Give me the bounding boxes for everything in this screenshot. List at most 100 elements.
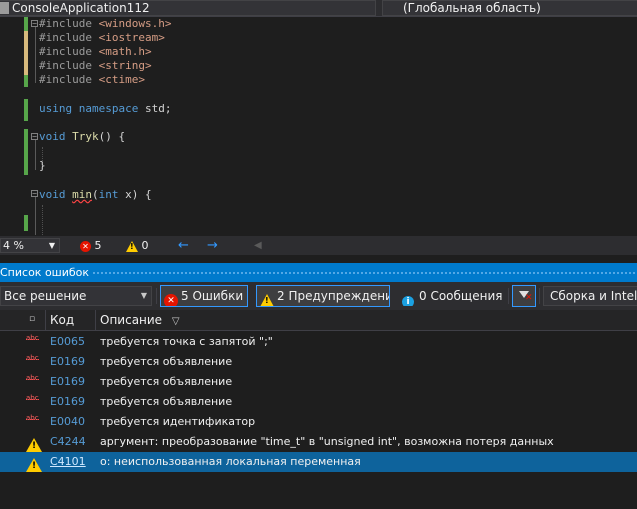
scope-filter-dropdown[interactable]: Все решение ▼ bbox=[0, 286, 152, 306]
change-marker bbox=[24, 99, 28, 121]
error-count: 5 bbox=[94, 239, 102, 252]
code-line-min: void min(int x) { bbox=[39, 188, 152, 201]
errors-filter-label: 5 Ошибки bbox=[181, 289, 244, 303]
warnings-filter-label: 2 Предупреждения bbox=[277, 289, 390, 303]
error-description: требуется точка с запятой ";" bbox=[100, 335, 273, 348]
error-description: требуется объявление bbox=[100, 375, 233, 388]
intellisense-error-icon: abc bbox=[26, 374, 39, 382]
error-code-link[interactable]: E0169 bbox=[50, 352, 85, 372]
indent-guide bbox=[42, 205, 43, 235]
code-line-using: using namespace std; bbox=[39, 102, 172, 115]
type-column-icon: ▫ bbox=[29, 314, 36, 324]
code-editor[interactable]: − − − #include <windows.h> #include <ios… bbox=[0, 17, 637, 236]
intellisense-error-icon: abc bbox=[26, 394, 39, 402]
error-code-link[interactable]: C4101 bbox=[50, 452, 86, 472]
column-header-code[interactable]: Код bbox=[50, 310, 74, 330]
fold-line bbox=[35, 140, 36, 170]
code-line-close-brace: } bbox=[39, 159, 46, 172]
project-dropdown[interactable]: ConsoleApplication112 bbox=[0, 0, 376, 16]
sort-descending-icon: ▽ bbox=[171, 316, 180, 327]
error-description: требуется объявление bbox=[100, 355, 233, 368]
drag-grip[interactable] bbox=[92, 271, 637, 274]
code-line-1: #include <windows.h> bbox=[39, 17, 172, 30]
messages-filter-button[interactable]: i 0 Сообщения bbox=[398, 285, 506, 307]
build-source-value: Сборка и IntelliSense bbox=[550, 289, 637, 303]
build-source-dropdown[interactable]: Сборка и IntelliSense bbox=[543, 286, 637, 306]
warning-icon: ! bbox=[26, 435, 42, 452]
code-line-tryk: void Tryk() { bbox=[39, 130, 126, 143]
error-description: требуется объявление bbox=[100, 395, 233, 408]
warning-icon: ! bbox=[260, 290, 274, 306]
collapse-toggle[interactable]: − bbox=[31, 190, 38, 198]
close-icon: ✕ bbox=[525, 293, 533, 303]
error-count-indicator[interactable]: ✕ 5 bbox=[80, 236, 102, 255]
chevron-down-icon: ▼ bbox=[140, 291, 147, 300]
error-description: требуется идентификатор bbox=[100, 415, 256, 428]
error-code-link[interactable]: C4244 bbox=[50, 432, 86, 452]
scroll-left-icon[interactable]: ◀ bbox=[254, 236, 262, 255]
table-row[interactable]: abc E0169 требуется объявление bbox=[0, 392, 637, 412]
error-list-title-bar[interactable]: Список ошибок bbox=[0, 263, 637, 282]
error-code-link[interactable]: E0065 bbox=[50, 332, 85, 352]
scope-dropdown[interactable]: (Глобальная область) bbox=[382, 0, 637, 16]
table-row[interactable]: ! C4244 аргумент: преобразование "time_t" … bbox=[0, 432, 637, 452]
code-line-3: #include <math.h> bbox=[39, 45, 152, 58]
editor-status-strip: 4 % ▼ ✕ 5 ! 0 ← → ◀ bbox=[0, 236, 637, 255]
separator bbox=[508, 288, 509, 304]
intellisense-error-icon: abc bbox=[26, 354, 39, 362]
error-code-link[interactable]: E0169 bbox=[50, 392, 85, 412]
warnings-filter-button[interactable]: ! 2 Предупреждения bbox=[256, 285, 390, 307]
error-description: аргумент: преобразование "time_t" в "uns… bbox=[100, 435, 554, 448]
scope-name: (Глобальная область) bbox=[403, 1, 541, 15]
collapse-toggle[interactable]: − bbox=[31, 20, 38, 28]
column-divider[interactable] bbox=[95, 310, 96, 330]
warning-icon: ! bbox=[126, 240, 138, 252]
error-icon: ✕ bbox=[80, 240, 91, 252]
column-header-description[interactable]: Описание ▽ bbox=[100, 310, 180, 332]
table-row[interactable]: abc E0169 требуется объявление bbox=[0, 372, 637, 392]
code-line-2: #include <iostream> bbox=[39, 31, 165, 44]
intellisense-error-icon: abc bbox=[26, 334, 39, 342]
chevron-down-icon: ▼ bbox=[48, 241, 55, 250]
fold-line bbox=[35, 27, 36, 83]
change-marker bbox=[24, 215, 28, 231]
fold-line bbox=[35, 197, 36, 235]
error-icon: ✕ bbox=[164, 290, 178, 306]
warning-count: 0 bbox=[141, 239, 149, 252]
errors-filter-button[interactable]: ✕ 5 Ошибки bbox=[160, 285, 248, 307]
code-line-5: #include <ctime> bbox=[39, 73, 145, 86]
warning-count-indicator[interactable]: ! 0 bbox=[126, 236, 149, 255]
code-line-4: #include <string> bbox=[39, 59, 152, 72]
next-arrow-icon[interactable]: → bbox=[207, 236, 218, 255]
previous-arrow-icon[interactable]: ← bbox=[178, 236, 189, 255]
table-row[interactable]: abc E0040 требуется идентификатор bbox=[0, 412, 637, 432]
table-row[interactable]: abc E0065 требуется точка с запятой ";" bbox=[0, 332, 637, 352]
error-code-link[interactable]: E0040 bbox=[50, 412, 85, 432]
change-marker bbox=[24, 17, 28, 31]
separator bbox=[156, 288, 157, 304]
navigation-bar: ConsoleApplication112 (Глобальная област… bbox=[0, 0, 637, 17]
error-code-link[interactable]: E0169 bbox=[50, 372, 85, 392]
error-list-header: ▫ Код Описание ▽ bbox=[0, 310, 637, 331]
project-icon bbox=[0, 2, 9, 14]
column-header-description-label: Описание bbox=[100, 313, 163, 327]
column-divider[interactable] bbox=[45, 310, 46, 330]
clear-filter-button[interactable]: ✕ bbox=[512, 285, 536, 307]
error-list-toolbar: Все решение ▼ ✕ 5 Ошибки ! 2 Предупрежде… bbox=[0, 282, 637, 310]
zoom-dropdown[interactable]: 4 % ▼ bbox=[0, 238, 60, 253]
separator bbox=[539, 288, 540, 304]
panel-title: Список ошибок bbox=[0, 266, 90, 279]
project-name: ConsoleApplication112 bbox=[12, 1, 150, 15]
scope-filter-value: Все решение bbox=[4, 289, 87, 303]
table-row[interactable]: ! C4101 o: неиспользованная локальная пере… bbox=[0, 452, 637, 472]
intellisense-error-icon: abc bbox=[26, 414, 39, 422]
zoom-level: 4 % bbox=[3, 239, 24, 252]
collapse-toggle[interactable]: − bbox=[31, 133, 38, 141]
warning-icon: ! bbox=[26, 455, 42, 472]
messages-filter-label: 0 Сообщения bbox=[419, 289, 503, 303]
change-marker bbox=[24, 75, 28, 87]
table-row[interactable]: abc E0169 требуется объявление bbox=[0, 352, 637, 372]
change-marker bbox=[24, 129, 28, 175]
info-icon: i bbox=[402, 290, 414, 306]
error-description: o: неиспользованная локальная переменная bbox=[100, 455, 361, 468]
